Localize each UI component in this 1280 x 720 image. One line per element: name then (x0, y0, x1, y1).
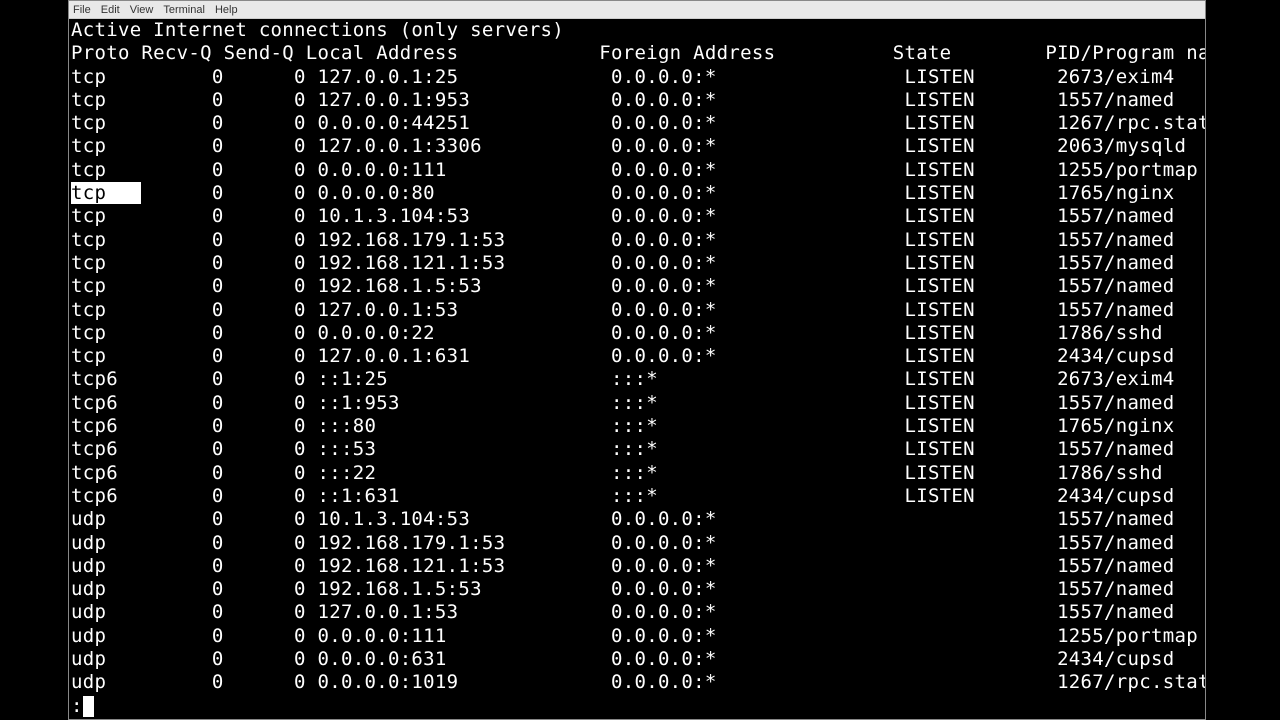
table-row: tcp 0 0 10.1.3.104:53 0.0.0.0:* LISTEN 1… (71, 205, 1203, 228)
column-header: Proto Recv-Q Send-Q Local Address Foreig… (71, 42, 1203, 65)
table-row: tcp 0 0 127.0.0.1:53 0.0.0.0:* LISTEN 15… (71, 299, 1203, 322)
table-row: udp 0 0 192.168.1.5:53 0.0.0.0:* 1557/na… (71, 578, 1203, 601)
table-row: udp 0 0 10.1.3.104:53 0.0.0.0:* 1557/nam… (71, 508, 1203, 531)
title-line: Active Internet connections (only server… (71, 19, 1203, 42)
terminal-window: File Edit View Terminal Help Active Inte… (68, 0, 1206, 720)
cursor-icon (83, 696, 94, 717)
table-row: tcp 0 0 127.0.0.1:3306 0.0.0.0:* LISTEN … (71, 135, 1203, 158)
table-row: tcp6 0 0 :::80 :::* LISTEN 1765/nginx (71, 415, 1203, 438)
pager-prompt[interactable]: : (71, 695, 1203, 718)
table-row: tcp6 0 0 ::1:953 :::* LISTEN 1557/named (71, 392, 1203, 415)
table-row: tcp 0 0 127.0.0.1:631 0.0.0.0:* LISTEN 2… (71, 345, 1203, 368)
menu-edit[interactable]: Edit (101, 4, 120, 16)
table-row: tcp6 0 0 ::1:25 :::* LISTEN 2673/exim4 (71, 368, 1203, 391)
table-row: tcp 0 0 0.0.0.0:111 0.0.0.0:* LISTEN 125… (71, 159, 1203, 182)
table-row: tcp6 0 0 :::22 :::* LISTEN 1786/sshd (71, 462, 1203, 485)
table-row: tcp 0 0 127.0.0.1:953 0.0.0.0:* LISTEN 1… (71, 89, 1203, 112)
table-row: tcp 0 0 0.0.0.0:44251 0.0.0.0:* LISTEN 1… (71, 112, 1203, 135)
prompt-char: : (71, 695, 83, 718)
table-row: tcp 0 0 192.168.121.1:53 0.0.0.0:* LISTE… (71, 252, 1203, 275)
table-row: tcp6 0 0 ::1:631 :::* LISTEN 2434/cupsd (71, 485, 1203, 508)
table-row: udp 0 0 0.0.0.0:111 0.0.0.0:* 1255/portm… (71, 625, 1203, 648)
menu-file[interactable]: File (73, 4, 91, 16)
table-row: tcp 0 0 192.168.1.5:53 0.0.0.0:* LISTEN … (71, 275, 1203, 298)
table-row: tcp6 0 0 :::53 :::* LISTEN 1557/named (71, 438, 1203, 461)
table-row: udp 0 0 192.168.179.1:53 0.0.0.0:* 1557/… (71, 532, 1203, 555)
table-row: udp 0 0 192.168.121.1:53 0.0.0.0:* 1557/… (71, 555, 1203, 578)
menu-help[interactable]: Help (215, 4, 238, 16)
table-row: tcp 0 0 0.0.0.0:80 0.0.0.0:* LISTEN 1765… (71, 182, 1203, 205)
menubar: File Edit View Terminal Help (69, 1, 1205, 19)
terminal-output[interactable]: Active Internet connections (only server… (69, 19, 1205, 719)
table-row: udp 0 0 0.0.0.0:1019 0.0.0.0:* 1267/rpc.… (71, 671, 1203, 694)
highlighted-proto: tcp (71, 182, 141, 204)
table-row: udp 0 0 127.0.0.1:53 0.0.0.0:* 1557/name… (71, 601, 1203, 624)
menu-view[interactable]: View (130, 4, 154, 16)
table-row: tcp 0 0 0.0.0.0:22 0.0.0.0:* LISTEN 1786… (71, 322, 1203, 345)
table-row: tcp 0 0 192.168.179.1:53 0.0.0.0:* LISTE… (71, 229, 1203, 252)
table-row: tcp 0 0 127.0.0.1:25 0.0.0.0:* LISTEN 26… (71, 66, 1203, 89)
table-row: udp 0 0 0.0.0.0:631 0.0.0.0:* 2434/cupsd (71, 648, 1203, 671)
menu-terminal[interactable]: Terminal (163, 4, 205, 16)
